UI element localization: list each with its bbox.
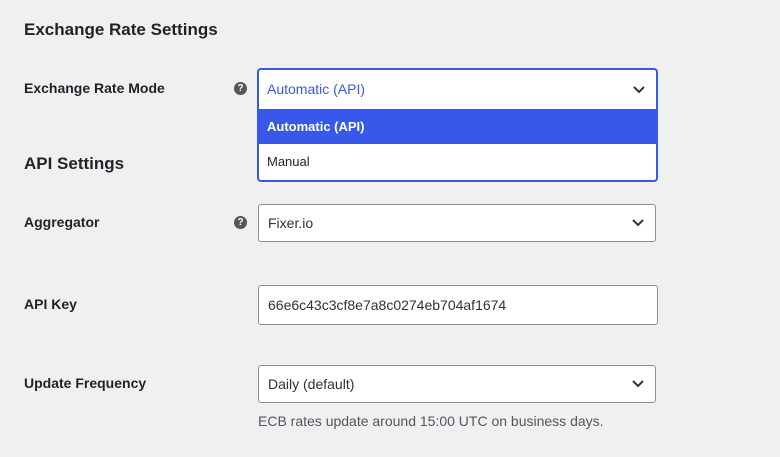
exchange-rate-mode-value: Automatic (API) [267, 81, 366, 97]
chevron-down-icon [633, 86, 645, 94]
help-icon[interactable]: ? [234, 82, 247, 95]
aggregator-value: Fixer.io [268, 215, 314, 231]
update-frequency-label: Update Frequency [24, 375, 147, 391]
aggregator-label: Aggregator [24, 214, 100, 230]
option-manual[interactable]: Manual [259, 144, 656, 179]
help-icon[interactable]: ? [234, 216, 247, 229]
api-settings-heading: API Settings [24, 154, 125, 173]
option-automatic-api[interactable]: Automatic (API) [259, 109, 656, 144]
chevron-down-icon [632, 380, 644, 388]
update-frequency-value: Daily (default) [268, 376, 355, 392]
api-key-input[interactable]: 66e6c43c3cf8e7a8c0274eb704af1674 [258, 285, 658, 325]
chevron-down-icon [632, 219, 644, 227]
exchange-rate-mode-select[interactable]: Automatic (API) Automatic (API) Manual [257, 68, 658, 182]
api-key-label: API Key [24, 296, 77, 312]
update-frequency-select[interactable]: Daily (default) [258, 365, 656, 403]
exchange-rate-mode-label: Exchange Rate Mode [24, 80, 165, 96]
api-key-value: 66e6c43c3cf8e7a8c0274eb704af1674 [268, 297, 507, 313]
update-frequency-description: ECB rates update around 15:00 UTC on bus… [258, 413, 604, 429]
exchange-rate-settings-heading: Exchange Rate Settings [24, 20, 218, 39]
aggregator-select[interactable]: Fixer.io [258, 204, 656, 242]
exchange-rate-mode-current[interactable]: Automatic (API) [259, 70, 656, 109]
